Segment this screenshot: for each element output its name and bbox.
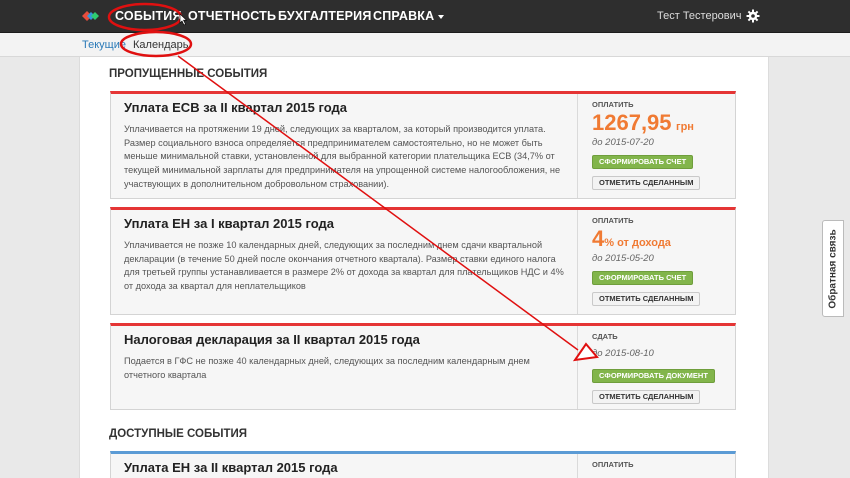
event-description: Уплачивается не позже 10 календарных дне… xyxy=(124,240,564,292)
event-card: Уплата ЕН за I квартал 2015 года Уплачив… xyxy=(110,207,736,315)
due-date: до 2015-07-20 xyxy=(592,137,654,148)
feedback-label: Обратная связь xyxy=(827,228,839,309)
create-document-button[interactable]: СФОРМИРОВАТЬ ДОКУМЕНТ xyxy=(592,369,715,383)
payment-amount: 1267,95 грн xyxy=(592,110,694,136)
event-card-actions: ОПЛАТИТЬ 1267,95 грн до 2015-07-20 СФОРМ… xyxy=(577,94,736,198)
breadcrumb: Текущие Календарь xyxy=(0,33,850,57)
nav-reporting[interactable]: ОТЧЕТНОСТЬ xyxy=(188,9,276,23)
nav-help-label: СПРАВКА xyxy=(373,9,435,23)
section-title-missed: ПРОПУЩЕННЫЕ СОБЫТИЯ xyxy=(109,68,268,80)
user-name[interactable]: Тест Тестерович xyxy=(657,10,742,22)
nav-help[interactable]: СПРАВКА xyxy=(373,9,445,23)
amount-unit: % от дохода xyxy=(604,237,671,249)
app-logo-icon[interactable] xyxy=(82,9,100,23)
event-title: Налоговая декларация за II квартал 2015 … xyxy=(124,332,420,347)
create-invoice-button[interactable]: СФОРМИРОВАТЬ СЧЕТ xyxy=(592,155,694,169)
event-card: Уплата ЕСВ за II квартал 2015 года Уплач… xyxy=(110,91,736,199)
event-card-body: Уплата ЕН за I квартал 2015 года Уплачив… xyxy=(111,210,577,314)
event-card-actions: СДАТЬ до 2015-08-10 СФОРМИРОВАТЬ ДОКУМЕН… xyxy=(577,326,736,409)
event-title: Уплата ЕСВ за II квартал 2015 года xyxy=(124,100,347,115)
amount-value: 4 xyxy=(592,226,605,251)
event-title: Уплата ЕН за I квартал 2015 года xyxy=(124,216,334,231)
gear-icon[interactable] xyxy=(746,9,760,23)
top-navbar: СОБЫТИЯ ОТЧЕТНОСТЬ БУХГАЛТЕРИЯ СПРАВКА Т… xyxy=(0,0,850,33)
event-card-body: Налоговая декларация за II квартал 2015 … xyxy=(111,326,577,409)
section-title-available: ДОСТУПНЫЕ СОБЫТИЯ xyxy=(109,428,248,440)
event-card-actions: ОПЛАТИТЬ xyxy=(577,454,736,478)
pay-label: ОПЛАТИТЬ xyxy=(592,100,634,109)
breadcrumb-current-events[interactable]: Текущие xyxy=(82,39,126,51)
event-card: Уплата ЕН за II квартал 2015 года ОПЛАТИ… xyxy=(110,451,736,478)
event-description: Уплачивается на протяжении 19 дней, след… xyxy=(124,124,561,189)
event-card-body: Уплата ЕСВ за II квартал 2015 года Уплач… xyxy=(111,94,577,198)
event-description: Подается в ГФС не позже 40 календарных д… xyxy=(124,356,530,380)
feedback-tab[interactable]: Обратная связь xyxy=(822,220,844,317)
event-card-actions: ОПЛАТИТЬ 4% от дохода до 2015-05-20 СФОР… xyxy=(577,210,736,314)
mark-done-button[interactable]: ОТМЕТИТЬ СДЕЛАННЫМ xyxy=(592,292,701,306)
event-title: Уплата ЕН за II квартал 2015 года xyxy=(124,460,338,475)
mark-done-button[interactable]: ОТМЕТИТЬ СДЕЛАННЫМ xyxy=(592,176,701,190)
nav-events[interactable]: СОБЫТИЯ xyxy=(115,9,182,23)
event-card: Налоговая декларация за II квартал 2015 … xyxy=(110,323,736,410)
mark-done-button[interactable]: ОТМЕТИТЬ СДЕЛАННЫМ xyxy=(592,390,701,404)
amount-value: 1267,95 xyxy=(592,110,672,135)
chevron-down-icon xyxy=(438,14,445,19)
amount-unit: грн xyxy=(675,121,694,133)
pay-label: ОПЛАТИТЬ xyxy=(592,216,634,225)
create-invoice-button[interactable]: СФОРМИРОВАТЬ СЧЕТ xyxy=(592,271,694,285)
nav-accounting[interactable]: БУХГАЛТЕРИЯ xyxy=(278,9,372,23)
submit-label: СДАТЬ xyxy=(592,332,618,341)
pay-label: ОПЛАТИТЬ xyxy=(592,460,634,469)
payment-amount: 4% от дохода xyxy=(592,226,671,252)
breadcrumb-calendar[interactable]: Календарь xyxy=(133,39,189,51)
event-card-body: Уплата ЕН за II квартал 2015 года xyxy=(111,454,577,478)
due-date: до 2015-05-20 xyxy=(592,253,654,264)
due-date: до 2015-08-10 xyxy=(592,348,654,359)
